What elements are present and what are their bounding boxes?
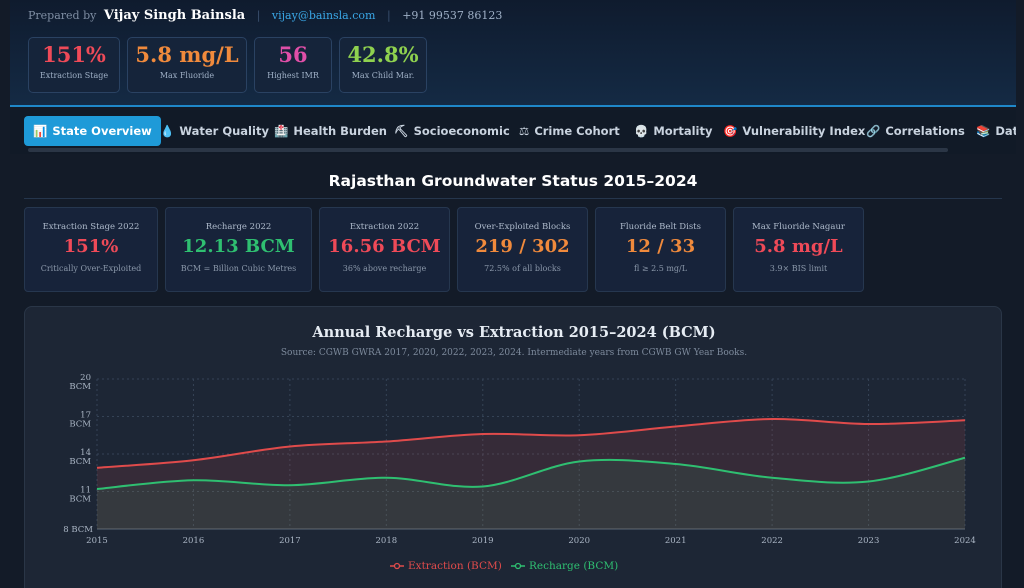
tab-label: State Overview bbox=[52, 124, 152, 138]
tab-water-quality[interactable]: 💧 Water Quality bbox=[160, 116, 269, 146]
header-stat-extraction: 151% Extraction Stage bbox=[28, 37, 120, 93]
x-tick-label: 2016 bbox=[183, 536, 205, 546]
page-title: Rajasthan Groundwater Status 2015–2024 bbox=[328, 172, 698, 190]
prepared-label: Prepared by bbox=[28, 9, 97, 22]
legend-swatch-marker bbox=[514, 562, 522, 570]
tab-correlations[interactable]: 🔗 Correlations bbox=[866, 116, 965, 146]
header-stat-value: 5.8 mg/L bbox=[135, 42, 239, 67]
y-tick-label: 8 BCM bbox=[63, 525, 93, 535]
card-subtext: 72.5% of all blocks bbox=[484, 264, 561, 273]
card-value: 151% bbox=[63, 236, 119, 257]
x-tick-label: 2023 bbox=[858, 536, 880, 546]
skull-icon: 💀 bbox=[634, 124, 649, 138]
header-stat-child-marriage: 42.8% Max Child Mar. bbox=[339, 37, 427, 93]
legend-label: Recharge (BCM) bbox=[529, 560, 618, 572]
header-stat-label: Highest IMR bbox=[267, 71, 319, 80]
y-tick-unit: BCM bbox=[69, 495, 91, 505]
x-tick-label: 2021 bbox=[665, 536, 687, 546]
tab-label: Health Burden bbox=[293, 124, 387, 138]
books-icon: 📚 bbox=[976, 124, 991, 138]
tab-label: Crime Cohort bbox=[534, 124, 620, 138]
card-subtext: 36% above recharge bbox=[342, 264, 427, 273]
legend-swatch-marker bbox=[393, 562, 401, 570]
link-icon: 🔗 bbox=[866, 124, 881, 138]
card-subtext: fl ≥ 2.5 mg/L bbox=[633, 264, 688, 273]
tab-label: Correlations bbox=[885, 124, 965, 138]
header-stat-fluoride: 5.8 mg/L Max Fluoride bbox=[127, 37, 247, 93]
pickaxe-icon: ⛏ bbox=[394, 124, 409, 138]
card-value: 5.8 mg/L bbox=[754, 236, 843, 257]
author-name: Vijay Singh Bainsla bbox=[103, 8, 246, 23]
report-header: Prepared by Vijay Singh Bainsla | vijay@… bbox=[10, 0, 1016, 107]
y-tick-unit: BCM bbox=[69, 457, 91, 467]
card-label: Recharge 2022 bbox=[205, 222, 272, 232]
author-email-link[interactable]: vijay@bainsla.com bbox=[272, 9, 376, 22]
card-value: 12 / 33 bbox=[625, 236, 696, 257]
x-tick-label: 2024 bbox=[954, 536, 976, 546]
tab-label: Socioeconomic bbox=[413, 124, 510, 138]
card-subtext: 3.9× BIS limit bbox=[769, 264, 828, 273]
x-tick-label: 2018 bbox=[376, 536, 398, 546]
stat-card-extraction-stage: Extraction Stage 2022 151% Critically Ov… bbox=[24, 207, 158, 292]
header-stat-value: 56 bbox=[278, 42, 308, 67]
tab-mortality[interactable]: 💀 Mortality bbox=[634, 116, 712, 146]
tab-label: Data bbox=[995, 124, 1016, 138]
header-stat-value: 42.8% bbox=[347, 42, 419, 67]
tab-health-burden[interactable]: 🏥 Health Burden bbox=[274, 116, 387, 146]
tab-label: Water Quality bbox=[179, 124, 269, 138]
tab-label: Vulnerability Index bbox=[742, 124, 866, 138]
tab-label: Mortality bbox=[653, 124, 713, 138]
stat-card-fluoride-belt: Fluoride Belt Dists 12 / 33 fl ≥ 2.5 mg/… bbox=[595, 207, 726, 292]
header-stat-label: Max Child Mar. bbox=[351, 71, 415, 80]
x-tick-label: 2017 bbox=[279, 536, 301, 546]
x-tick-label: 2020 bbox=[568, 536, 590, 546]
card-subtext: BCM = Billion Cubic Metres bbox=[180, 264, 297, 273]
card-label: Extraction 2022 bbox=[349, 222, 420, 232]
tab-bar: 📊 State Overview 💧 Water Quality 🏥 Health B… bbox=[10, 110, 1016, 154]
header-stat-value: 151% bbox=[42, 42, 106, 67]
card-value: 16.56 BCM bbox=[328, 236, 441, 257]
hospital-icon: 🏥 bbox=[274, 124, 289, 138]
stat-card-max-fluoride: Max Fluoride Nagaur 5.8 mg/L 3.9× BIS li… bbox=[733, 207, 864, 292]
prepared-by: Prepared by Vijay Singh Bainsla | vijay@… bbox=[28, 8, 503, 23]
header-stat-label: Extraction Stage bbox=[39, 71, 109, 80]
chart-panel: Annual Recharge vs Extraction 2015–2024 … bbox=[24, 306, 1002, 588]
y-tick-unit: BCM bbox=[69, 382, 91, 392]
bar-chart-icon: 📊 bbox=[33, 124, 48, 138]
x-tick-label: 2015 bbox=[86, 536, 108, 546]
card-value: 12.13 BCM bbox=[182, 236, 295, 257]
card-subtext: Critically Over-Exploited bbox=[40, 264, 142, 273]
x-tick-label: 2022 bbox=[761, 536, 783, 546]
card-label: Over-Exploited Blocks bbox=[474, 222, 571, 232]
card-label: Extraction Stage 2022 bbox=[42, 222, 140, 232]
scales-icon: ⚖ bbox=[519, 124, 530, 138]
card-label: Max Fluoride Nagaur bbox=[752, 222, 845, 232]
stat-card-extraction: Extraction 2022 16.56 BCM 36% above rech… bbox=[319, 207, 450, 292]
y-tick-unit: BCM bbox=[69, 420, 91, 430]
water-drop-icon: 💧 bbox=[160, 124, 175, 138]
title-divider bbox=[24, 198, 1002, 199]
x-tick-label: 2019 bbox=[472, 536, 494, 546]
target-icon: 🎯 bbox=[723, 124, 738, 138]
tab-scrollbar[interactable] bbox=[28, 148, 948, 152]
tab-state-overview[interactable]: 📊 State Overview bbox=[24, 116, 161, 146]
line-chart[interactable]: 8 BCM11BCM14BCM17BCM20BCM2015 2016 2017 201… bbox=[25, 307, 1003, 588]
stat-card-over-exploited-blocks: Over-Exploited Blocks 219 / 302 72.5% of… bbox=[457, 207, 588, 292]
stat-card-recharge: Recharge 2022 12.13 BCM BCM = Billion Cu… bbox=[165, 207, 312, 292]
card-label: Fluoride Belt Dists bbox=[620, 222, 701, 232]
card-value: 219 / 302 bbox=[475, 236, 570, 257]
legend-label: Extraction (BCM) bbox=[408, 560, 502, 572]
header-stat-imr: 56 Highest IMR bbox=[254, 37, 332, 93]
tab-socioeconomic[interactable]: ⛏ Socioeconomic bbox=[394, 116, 510, 146]
header-stat-label: Max Fluoride bbox=[159, 71, 215, 80]
tab-vulnerability-index[interactable]: 🎯 Vulnerability Index bbox=[723, 116, 865, 146]
tab-crime-cohort[interactable]: ⚖ Crime Cohort bbox=[519, 116, 620, 146]
author-phone: +91 99537 86123 bbox=[402, 9, 503, 22]
tab-data[interactable]: 📚 Data bbox=[976, 116, 1016, 146]
